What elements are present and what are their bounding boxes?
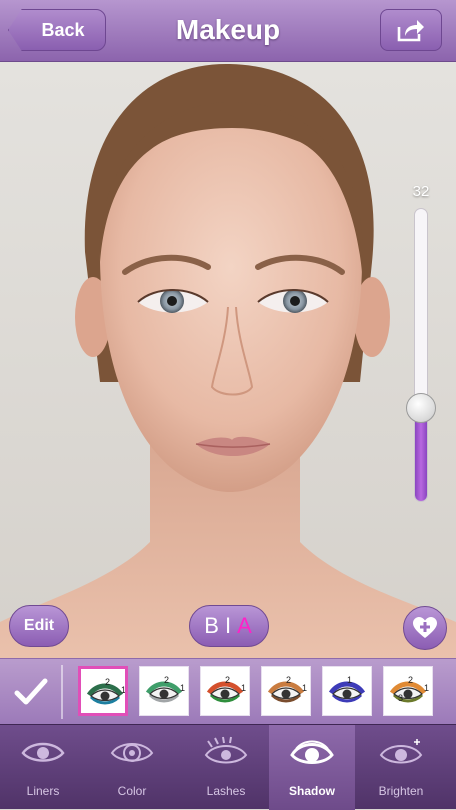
eye-shadow-icon <box>290 740 334 764</box>
tab-label: Color <box>117 784 147 798</box>
svg-text:3: 3 <box>398 693 403 703</box>
navigation-bar: Back Makeup <box>0 0 456 62</box>
eye-preset-icon: 21 <box>86 677 126 705</box>
preset-thumbnail[interactable]: 21 <box>200 666 250 716</box>
eye-lashes-icon <box>204 736 248 764</box>
svg-text:2: 2 <box>164 675 169 685</box>
preset-thumbnail[interactable]: 2 1 3 <box>383 666 433 716</box>
checkmark-icon <box>14 678 48 705</box>
intensity-slider-thumb[interactable] <box>406 393 436 423</box>
preset-divider <box>61 665 63 719</box>
svg-text:1: 1 <box>180 683 185 693</box>
eye-brighten-icon <box>379 739 423 764</box>
share-button[interactable] <box>380 9 442 51</box>
svg-text:1: 1 <box>302 683 307 693</box>
tab-label: Brighten <box>378 784 424 798</box>
face-photo[interactable] <box>0 62 456 658</box>
tab-shadow[interactable]: Shadow <box>269 725 355 810</box>
preset-thumbnail[interactable]: 1 <box>322 666 372 716</box>
before-after-separator: I <box>224 613 234 638</box>
svg-text:1: 1 <box>347 675 352 685</box>
eye-preset-icon: 21 <box>145 675 185 703</box>
tab-lashes[interactable]: Lashes <box>183 725 269 810</box>
eye-preset-icon: 2 1 3 <box>389 675 429 703</box>
svg-text:1: 1 <box>424 683 429 693</box>
before-after-button[interactable]: BIA <box>189 605 269 647</box>
after-label: A <box>237 613 254 638</box>
edit-button[interactable]: Edit <box>9 605 69 647</box>
intensity-slider[interactable] <box>414 208 428 502</box>
svg-text:2: 2 <box>408 675 413 685</box>
svg-text:1: 1 <box>121 685 126 695</box>
eye-color-icon <box>110 743 154 762</box>
svg-text:1: 1 <box>241 683 246 693</box>
before-label: B <box>204 613 221 638</box>
tab-bar: Liners Color Lashes Shadow Brighten <box>0 724 456 810</box>
tab-label: Liners <box>26 784 60 798</box>
eye-preset-icon: 21 <box>206 675 246 703</box>
svg-text:2: 2 <box>105 677 110 687</box>
svg-text:2: 2 <box>225 675 230 685</box>
apply-button[interactable] <box>8 671 54 713</box>
svg-text:2: 2 <box>286 675 291 685</box>
tab-label: Shadow <box>288 784 335 798</box>
share-icon <box>397 20 424 42</box>
preset-strip: 21 21 21 21 1 2 1 3 <box>0 658 456 724</box>
add-favorite-button[interactable] <box>403 606 447 650</box>
preset-thumbnail[interactable]: 21 <box>261 666 311 716</box>
preset-thumbnail[interactable]: 21 <box>78 666 128 716</box>
eye-preset-icon: 1 <box>328 675 366 703</box>
heart-plus-icon <box>413 617 437 638</box>
edit-label: Edit <box>23 617 55 634</box>
face-portrait <box>0 63 456 658</box>
tab-brighten[interactable]: Brighten <box>358 725 444 810</box>
eye-preset-icon: 21 <box>267 675 307 703</box>
tab-label: Lashes <box>206 784 246 798</box>
tab-liners[interactable]: Liners <box>0 725 86 810</box>
intensity-value: 32 <box>412 183 430 200</box>
preset-thumbnail[interactable]: 21 <box>139 666 189 716</box>
eye-liner-icon <box>21 742 65 762</box>
tab-color[interactable]: Color <box>89 725 175 810</box>
